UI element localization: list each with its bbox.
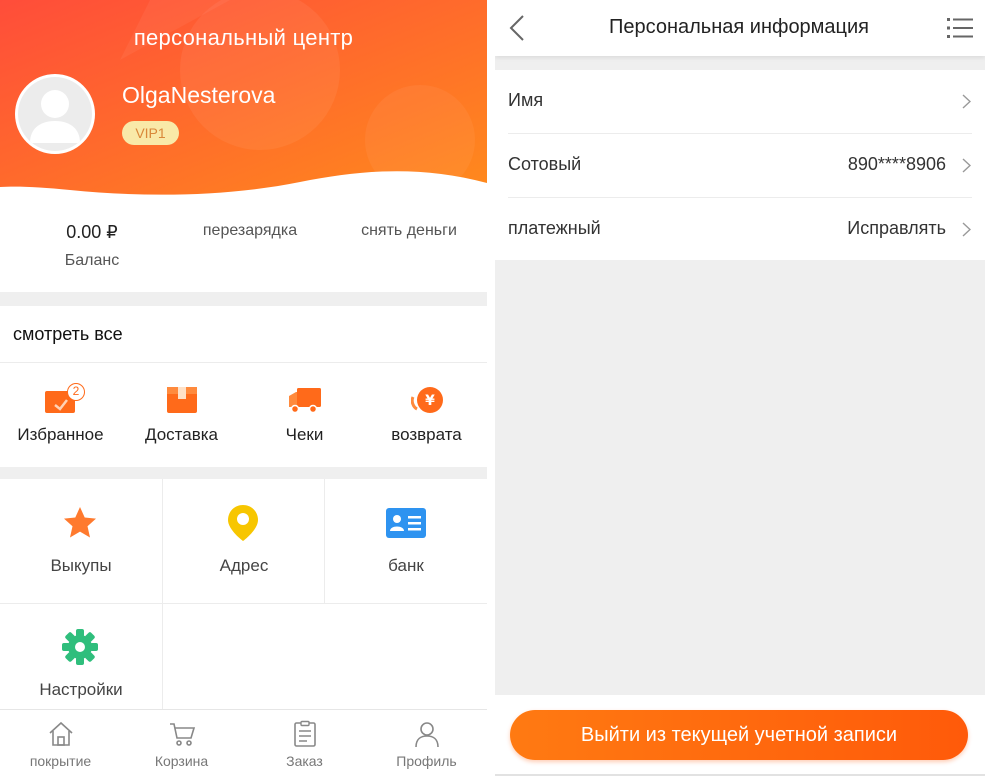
order-item-label: Избранное	[17, 425, 104, 444]
page-title: Персональная информация	[608, 16, 870, 38]
profile-icon	[415, 722, 439, 748]
tab-label: Заказ	[286, 753, 323, 769]
refund-yen-icon: ¥	[411, 387, 443, 413]
page-title: персональный центр	[133, 25, 354, 50]
order-shortcuts: 2 Избранное Доставка Чеки ¥ возврата	[0, 363, 487, 467]
truck-icon	[289, 388, 321, 414]
tab-label: покрытие	[29, 753, 92, 769]
bottom-tab-bar: покрытие Корзина Заказ Профиль	[0, 709, 487, 776]
tab-label: Корзина	[154, 753, 209, 769]
recharge-button[interactable]: перезарядка	[190, 222, 310, 240]
info-row-label: Сотовый	[508, 154, 582, 174]
info-row-label: Имя	[508, 90, 544, 110]
back-arrow-icon[interactable]	[507, 14, 527, 42]
home-icon	[49, 721, 73, 746]
cart-icon	[170, 723, 196, 746]
info-row-value: Исправлять	[847, 218, 946, 238]
section-divider	[0, 467, 487, 479]
order-item-label: возврата	[391, 425, 462, 444]
balance-label: Баланс	[64, 252, 120, 269]
chevron-right-icon	[962, 158, 971, 173]
favorites-count-badge: 2	[67, 383, 85, 401]
service-label: Настройки	[39, 680, 123, 699]
info-row-value: 890****8906	[847, 154, 946, 174]
tab-home[interactable]: покрытие	[0, 710, 121, 776]
menu-list-icon[interactable]	[947, 17, 973, 39]
info-row-phone[interactable]: Сотовый 890****8906	[495, 134, 985, 197]
delivery-box-icon	[167, 387, 197, 413]
tab-profile[interactable]: Профиль	[366, 710, 487, 776]
vip-badge: VIP1	[122, 121, 179, 145]
section-divider	[0, 292, 487, 306]
profile-header: персональный центр OlgaNesterova VIP1	[0, 0, 487, 200]
grid-divider	[162, 479, 163, 709]
balance-section: 0.00 ₽ Баланс перезарядка снять деньги	[0, 200, 487, 292]
order-list-icon	[294, 720, 316, 747]
info-row-payment[interactable]: платежный Исправлять	[495, 198, 985, 261]
service-buyouts[interactable]: Выкупы	[0, 479, 162, 603]
logout-area: Выйти из текущей учетной записи	[495, 695, 985, 776]
service-label: Адрес	[219, 556, 269, 575]
username: OlgaNesterova	[122, 82, 276, 108]
chevron-right-icon	[962, 94, 971, 109]
avatar[interactable]	[15, 74, 95, 154]
info-row-label: платежный	[508, 218, 601, 238]
order-item-label: Чеки	[285, 425, 324, 444]
tab-label: Профиль	[396, 753, 457, 769]
order-item-favorites[interactable]: 2 Избранное	[0, 363, 121, 467]
svg-text:¥: ¥	[425, 393, 435, 409]
chevron-right-icon	[962, 222, 971, 237]
bank-card-icon	[386, 508, 426, 538]
service-bank[interactable]: банк	[325, 479, 487, 603]
logout-button[interactable]: Выйти из текущей учетной записи	[510, 710, 968, 760]
info-row-name[interactable]: Имя	[495, 70, 985, 133]
star-icon	[64, 507, 96, 538]
view-all-orders-link[interactable]: смотреть все	[13, 324, 123, 345]
grid-divider	[324, 479, 325, 603]
top-nav-bar: Персональная информация	[495, 0, 985, 56]
order-item-label: Доставка	[144, 425, 218, 444]
tab-orders[interactable]: Заказ	[244, 710, 365, 776]
location-pin-icon	[228, 505, 258, 541]
service-label: Выкупы	[50, 556, 112, 575]
personal-center-screen: персональный центр OlgaNesterova VIP1 0.…	[0, 0, 487, 776]
tab-cart[interactable]: Корзина	[121, 710, 242, 776]
services-grid: Выкупы Адрес банк Настройки	[0, 479, 487, 709]
service-label: банк	[388, 556, 424, 575]
settings-gear-icon	[62, 629, 98, 665]
order-item-refunds[interactable]: ¥ возврата	[366, 363, 487, 467]
order-item-receipts[interactable]: Чеки	[244, 363, 365, 467]
service-address[interactable]: Адрес	[163, 479, 325, 603]
info-list: Имя Сотовый 890****8906 платежный Исправ…	[495, 70, 985, 260]
user-avatar-icon	[18, 77, 92, 151]
withdraw-button[interactable]: снять деньги	[350, 222, 468, 240]
balance-amount: 0.00 ₽	[66, 222, 118, 242]
grid-divider	[0, 603, 487, 604]
personal-info-screen: Персональная информация Имя Сотовый 890*…	[495, 0, 985, 776]
order-item-delivery[interactable]: Доставка	[121, 363, 242, 467]
